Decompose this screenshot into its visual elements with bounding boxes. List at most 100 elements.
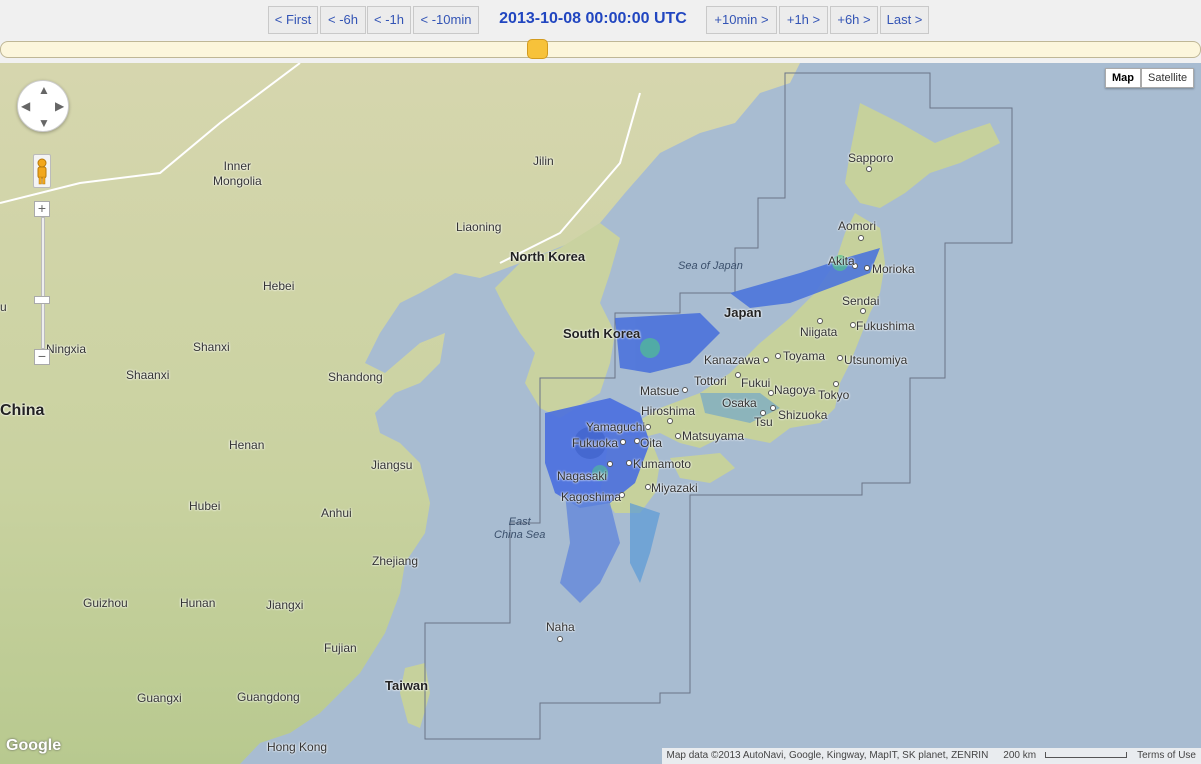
region-label-zhejiang: Zhejiang <box>372 554 419 568</box>
city-marker <box>770 405 776 411</box>
region-label-ningxia: Ningxia <box>46 342 87 356</box>
map-type-satellite-button[interactable]: Satellite <box>1141 68 1195 88</box>
region-label-hebei: Hebei <box>263 279 295 293</box>
city-marker <box>557 636 563 642</box>
city-label-fukushima: Fukushima <box>856 319 915 333</box>
region-label-jiangsu: Jiangsu <box>371 458 413 472</box>
city-label-kumamoto: Kumamoto <box>633 457 692 471</box>
city-label-morioka: Morioka <box>872 262 915 276</box>
slider-track[interactable] <box>0 41 1201 58</box>
first-button[interactable]: < First <box>268 6 318 34</box>
city-label-nagasaki: Nagasaki <box>557 469 608 483</box>
pan-control[interactable]: ▲ ▼ ◀ ▶ <box>17 80 69 132</box>
city-marker <box>866 166 872 172</box>
time-navigation-bar: < First < -6h < -1h < -10min 2013-10-08 … <box>0 0 1201 40</box>
region-label-henan: Henan <box>229 438 265 452</box>
region-label-liaoning: Liaoning <box>456 220 502 234</box>
chevron-down-icon[interactable]: ▼ <box>38 117 50 129</box>
chevron-right-icon[interactable]: ▶ <box>55 100 64 112</box>
city-marker <box>858 235 864 241</box>
city-label-shizuoka: Shizuoka <box>778 408 828 422</box>
map-type-map-button[interactable]: Map <box>1105 68 1141 88</box>
time-slider[interactable] <box>0 39 1201 59</box>
chevron-up-icon[interactable]: ▲ <box>38 84 50 96</box>
map-graphics <box>0 63 1013 764</box>
region-label-hunan: Hunan <box>180 596 216 610</box>
map-type-control: Map Satellite <box>1105 68 1195 88</box>
region-label-taiwan: Taiwan <box>385 678 429 693</box>
region-label-shaanxi: Shaanxi <box>126 368 170 382</box>
country-label-north-korea: North Korea <box>510 249 586 264</box>
city-marker <box>763 357 769 363</box>
sea-label-east-china-sea: East China Sea <box>494 516 546 541</box>
region-label-guangdong: Guangdong <box>237 690 300 704</box>
city-label-kanazawa: Kanazawa <box>704 353 761 367</box>
city-label-fukui: Fukui <box>741 376 771 390</box>
minus-10min-button[interactable]: < -10min <box>413 6 479 34</box>
map-data-attribution: Map data ©2013 AutoNavi, Google, Kingway… <box>666 750 989 761</box>
zoom-slider-thumb[interactable] <box>34 296 50 304</box>
city-label-matsue: Matsue <box>640 384 680 398</box>
city-marker <box>667 418 673 424</box>
city-marker <box>607 461 613 467</box>
zoom-out-button[interactable]: − <box>34 349 50 365</box>
attribution-bar: Map data ©2013 AutoNavi, Google, Kingway… <box>661 748 1201 764</box>
city-label-sapporo: Sapporo <box>848 151 894 165</box>
region-label-jilin: Jilin <box>533 154 554 168</box>
city-label-nagoya: Nagoya <box>774 383 816 397</box>
region-label-anhui: Anhui <box>321 506 352 520</box>
city-label-sendai: Sendai <box>842 294 880 308</box>
google-logo: Google <box>6 737 62 754</box>
city-label-akita: Akita <box>828 254 855 268</box>
city-marker <box>864 265 870 271</box>
zoom-in-button[interactable]: + <box>34 201 50 217</box>
region-label-inner-mongolia: Inner Mongolia <box>213 159 262 188</box>
country-label-south-korea: South Korea <box>563 326 641 341</box>
city-marker <box>675 433 681 439</box>
city-label-utsunomiya: Utsunomiya <box>844 353 908 367</box>
region-label-fujian: Fujian <box>324 641 357 655</box>
city-label-matsuyama: Matsuyama <box>682 429 745 443</box>
edge-label: u <box>0 300 7 314</box>
city-label-osaka: Osaka <box>722 396 757 410</box>
city-marker <box>837 355 843 361</box>
minus-6h-button[interactable]: < -6h <box>320 6 366 34</box>
city-label-tsu: Tsu <box>754 415 773 429</box>
map-canvas[interactable]: China Inner Mongolia Jilin Liaoning North… <box>0 63 1201 764</box>
plus-6h-button[interactable]: +6h > <box>830 6 878 34</box>
city-label-hiroshima: Hiroshima <box>641 404 696 418</box>
city-label-toyama: Toyama <box>783 349 826 363</box>
terms-of-use-link[interactable]: Terms of Use <box>1132 748 1201 764</box>
city-marker <box>682 387 688 393</box>
region-label-hubei: Hubei <box>189 499 221 513</box>
city-label-miyazaki: Miyazaki <box>651 481 698 495</box>
last-button[interactable]: Last > <box>880 6 929 34</box>
city-label-fukuoka: Fukuoka <box>572 436 619 450</box>
city-marker <box>626 460 632 466</box>
region-label-guizhou: Guizhou <box>83 596 128 610</box>
plus-10min-button[interactable]: +10min > <box>706 6 777 34</box>
city-label-tokyo: Tokyo <box>818 388 850 402</box>
city-label-kagoshima: Kagoshima <box>561 490 622 504</box>
sea-label-sea-of-japan: Sea of Japan <box>678 260 743 272</box>
city-marker <box>775 353 781 359</box>
minus-1h-button[interactable]: < -1h <box>367 6 411 34</box>
city-label-aomori: Aomori <box>838 219 877 233</box>
timestamp: 2013-10-08 00:00:00 UTC <box>499 10 687 27</box>
city-marker <box>620 439 626 445</box>
region-label-shandong: Shandong <box>328 370 383 384</box>
region-label-shanxi: Shanxi <box>193 340 230 354</box>
chevron-left-icon[interactable]: ◀ <box>21 100 30 112</box>
slider-handle[interactable] <box>527 39 548 59</box>
city-label-hong-kong: Hong Kong <box>267 740 328 754</box>
city-label-niigata: Niigata <box>800 325 838 339</box>
country-label-japan: Japan <box>724 305 762 320</box>
city-label-oita: Oita <box>640 436 663 450</box>
street-view-pegman-icon[interactable] <box>33 154 51 188</box>
plus-1h-button[interactable]: +1h > <box>779 6 828 34</box>
city-label-naha: Naha <box>546 620 575 634</box>
zoom-slider-track[interactable] <box>41 217 45 349</box>
city-marker <box>833 381 839 387</box>
city-marker <box>817 318 823 324</box>
scale-bar: 200 km <box>993 748 1132 764</box>
